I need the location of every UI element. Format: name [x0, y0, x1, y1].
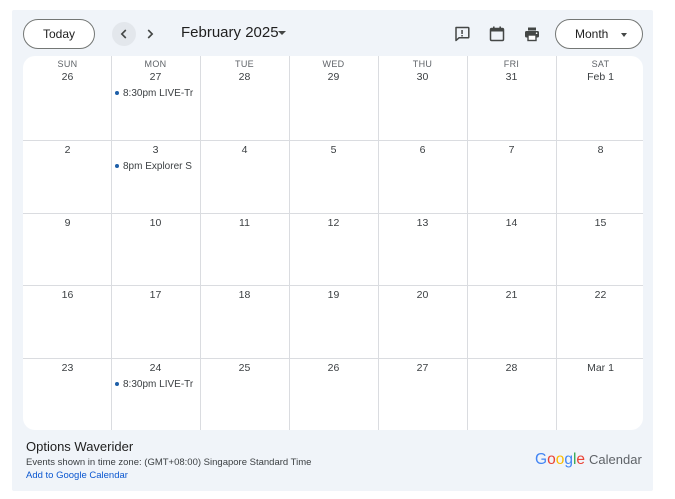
day-number[interactable]: 7 [467, 144, 556, 156]
add-to-google-calendar-link[interactable]: Add to Google Calendar [26, 470, 128, 481]
event-title: 8pm Explorer S [123, 160, 192, 172]
weekday-header: THU [412, 59, 433, 69]
day-number[interactable]: 5 [289, 144, 378, 156]
day-number[interactable]: 28 [200, 71, 289, 83]
day-number[interactable]: 28 [467, 362, 556, 374]
day-number[interactable]: 27 [111, 71, 200, 83]
day-number[interactable]: 16 [23, 289, 112, 301]
day-number[interactable]: 26 [23, 71, 112, 83]
day-number[interactable]: 3 [111, 144, 200, 156]
brand-word: Calendar [589, 452, 642, 467]
chevron-right-icon [147, 29, 154, 39]
day-number[interactable]: 10 [111, 217, 200, 229]
next-month-button[interactable] [138, 22, 162, 46]
print-button[interactable] [522, 24, 542, 44]
weekday-header: SUN [57, 59, 78, 69]
day-number[interactable]: 13 [378, 217, 467, 229]
day-number[interactable]: Mar 1 [556, 362, 643, 374]
weekday-header: SAT [591, 59, 610, 69]
month-grid: SUN MON TUE WED THU FRI SAT 26 27 8:30pm LIVE-Tr 2… [23, 56, 643, 430]
calendar-event[interactable]: 8:30pm LIVE-Tr [115, 377, 197, 391]
timezone-note: Events shown in time zone: (GMT+08:00) S… [26, 457, 312, 468]
row-divider [23, 358, 643, 359]
print-icon [525, 27, 539, 42]
view-selector-button[interactable]: Month [555, 19, 643, 49]
day-number[interactable]: 19 [289, 289, 378, 301]
day-number[interactable]: 12 [289, 217, 378, 229]
row-divider [23, 285, 643, 286]
day-number[interactable]: 18 [200, 289, 289, 301]
dropdown-caret-icon [621, 33, 627, 37]
calendar-name: Options Waverider [26, 439, 134, 454]
day-number[interactable]: 25 [200, 362, 289, 374]
day-number[interactable]: 21 [467, 289, 556, 301]
weekday-header: FRI [503, 59, 520, 69]
day-number[interactable]: 15 [556, 217, 643, 229]
weekday-header: MON [144, 59, 167, 69]
day-number[interactable]: 27 [378, 362, 467, 374]
event-title: 8:30pm LIVE-Tr [123, 87, 194, 99]
day-number[interactable]: 17 [111, 289, 200, 301]
today-button[interactable]: Today [23, 19, 95, 49]
event-title: 8:30pm LIVE-Tr [123, 378, 194, 390]
day-number[interactable]: 9 [23, 217, 112, 229]
month-dropdown-icon[interactable] [278, 31, 286, 35]
day-number[interactable]: 6 [378, 144, 467, 156]
day-number[interactable]: 31 [467, 71, 556, 83]
day-number[interactable]: 26 [289, 362, 378, 374]
feedback-icon [455, 26, 470, 42]
month-title[interactable]: February 2025 [181, 24, 279, 41]
day-number[interactable]: 8 [556, 144, 643, 156]
weekday-header: WED [322, 59, 345, 69]
day-number[interactable]: 4 [200, 144, 289, 156]
event-dot-icon [115, 164, 119, 168]
open-calendar-button[interactable] [487, 24, 507, 44]
day-number[interactable]: 24 [111, 362, 200, 374]
event-dot-icon [115, 91, 119, 95]
day-number[interactable]: 29 [289, 71, 378, 83]
row-divider [23, 213, 643, 214]
day-number[interactable]: 2 [23, 144, 112, 156]
day-number[interactable]: Feb 1 [556, 71, 643, 83]
event-dot-icon [115, 382, 119, 386]
day-number[interactable]: 11 [200, 217, 289, 229]
day-number[interactable]: 23 [23, 362, 112, 374]
row-divider [23, 140, 643, 141]
google-calendar-brand[interactable]: Google Calendar [535, 451, 642, 469]
feedback-button[interactable] [452, 24, 472, 44]
calendar-event[interactable]: 8pm Explorer S [115, 159, 197, 173]
prev-month-button[interactable] [112, 22, 136, 46]
google-logo: Google [535, 451, 586, 468]
weekday-header: TUE [235, 59, 254, 69]
day-number[interactable]: 20 [378, 289, 467, 301]
chevron-left-icon [120, 29, 127, 39]
view-label: Month [575, 27, 609, 41]
calendar-icon [489, 26, 505, 42]
day-number[interactable]: 14 [467, 217, 556, 229]
day-number[interactable]: 22 [556, 289, 643, 301]
calendar-event[interactable]: 8:30pm LIVE-Tr [115, 86, 197, 100]
calendar-embed: Today February 2025 Month SUN MON TUE WE… [12, 10, 653, 491]
day-number[interactable]: 30 [378, 71, 467, 83]
